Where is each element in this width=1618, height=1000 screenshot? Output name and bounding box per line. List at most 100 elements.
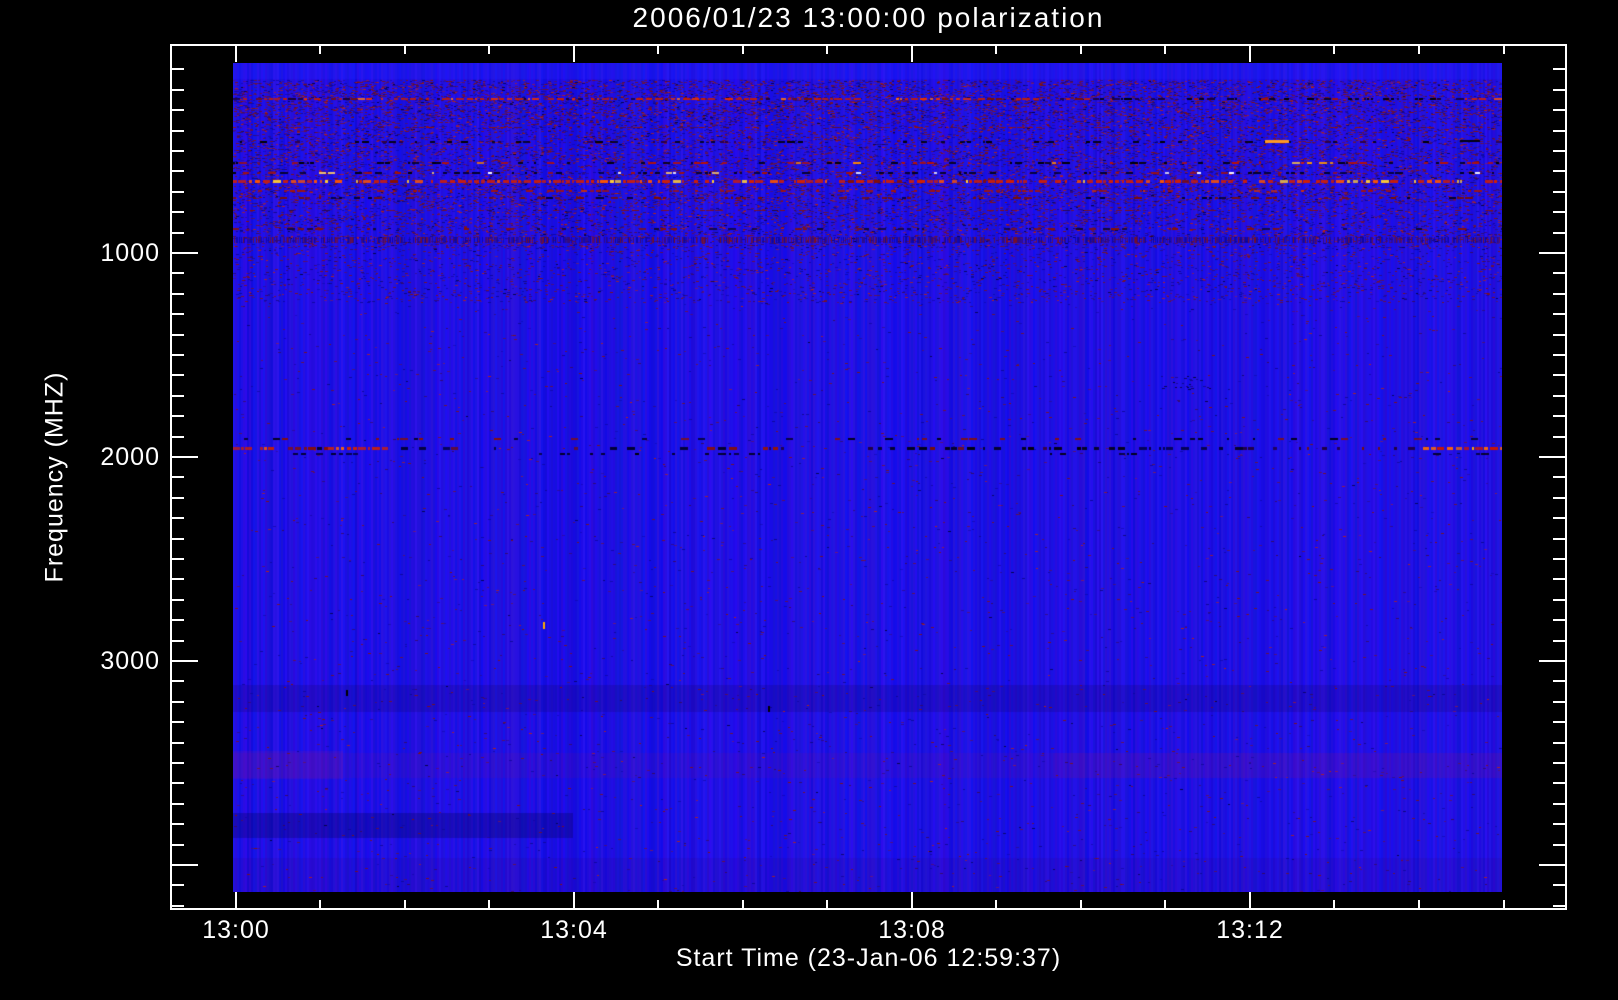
tick-mark: [1553, 742, 1565, 744]
tick-mark: [172, 640, 184, 642]
tick-mark: [172, 538, 184, 540]
tick-mark: [1164, 900, 1166, 908]
tick-mark: [488, 46, 490, 54]
tick-mark: [172, 905, 184, 907]
tick-mark: [1553, 293, 1565, 295]
x-tick-label-1300: 13:00: [202, 916, 270, 944]
tick-mark: [172, 742, 184, 744]
tick-mark: [1503, 900, 1505, 908]
tick-mark: [1553, 578, 1565, 580]
tick-mark: [172, 374, 184, 376]
tick-mark: [172, 170, 184, 172]
plot-frame: [170, 44, 1567, 910]
tick-mark: [172, 68, 184, 70]
tick-mark: [172, 844, 184, 846]
tick-mark: [1553, 170, 1565, 172]
tick-mark: [404, 900, 406, 908]
tick-mark: [995, 900, 997, 908]
x-axis-label: Start Time (23-Jan-06 12:59:37): [675, 944, 1062, 972]
tick-mark: [1553, 844, 1565, 846]
tick-mark: [172, 313, 184, 315]
tick-mark: [172, 150, 184, 152]
tick-mark: [172, 89, 184, 91]
tick-mark: [995, 46, 997, 54]
tick-mark: [1553, 721, 1565, 723]
tick-mark: [235, 892, 237, 908]
tick-mark: [1553, 374, 1565, 376]
tick-mark: [172, 395, 184, 397]
tick-mark: [172, 782, 184, 784]
tick-mark: [1080, 46, 1082, 54]
tick-mark: [172, 211, 184, 213]
tick-mark: [1553, 640, 1565, 642]
x-tick-label-1308: 13:08: [878, 916, 946, 944]
tick-mark: [172, 864, 198, 866]
tick-mark: [742, 46, 744, 54]
tick-mark: [1553, 762, 1565, 764]
tick-mark: [172, 272, 184, 274]
tick-mark: [1553, 313, 1565, 315]
tick-mark: [172, 680, 184, 682]
tick-mark: [1418, 46, 1420, 54]
tick-mark: [1553, 599, 1565, 601]
tick-mark: [1539, 456, 1565, 458]
tick-mark: [1553, 558, 1565, 560]
tick-mark: [826, 900, 828, 908]
tick-mark: [1249, 46, 1251, 62]
tick-mark: [1539, 864, 1565, 866]
tick-mark: [1333, 46, 1335, 54]
tick-mark: [1553, 211, 1565, 213]
tick-mark: [172, 762, 184, 764]
tick-mark: [1553, 68, 1565, 70]
tick-mark: [172, 558, 184, 560]
tick-mark: [172, 823, 184, 825]
tick-mark: [657, 900, 659, 908]
tick-mark: [1418, 900, 1420, 908]
tick-mark: [1553, 191, 1565, 193]
tick-mark: [1553, 354, 1565, 356]
tick-mark: [1553, 436, 1565, 438]
tick-mark: [319, 900, 321, 908]
tick-mark: [172, 109, 184, 111]
tick-mark: [826, 46, 828, 54]
tick-mark: [1553, 232, 1565, 234]
tick-mark: [172, 456, 198, 458]
tick-mark: [172, 354, 184, 356]
tick-mark: [657, 46, 659, 54]
tick-mark: [1553, 823, 1565, 825]
tick-mark: [573, 892, 575, 908]
tick-mark: [1333, 900, 1335, 908]
tick-mark: [1553, 905, 1565, 907]
y-tick-label-2000: 2000: [100, 443, 160, 471]
tick-mark: [172, 721, 184, 723]
tick-mark: [172, 803, 184, 805]
tick-mark: [172, 130, 184, 132]
tick-mark: [172, 517, 184, 519]
tick-mark: [172, 436, 184, 438]
tick-mark: [404, 46, 406, 54]
tick-mark: [1553, 150, 1565, 152]
tick-mark: [1553, 701, 1565, 703]
tick-mark: [1553, 497, 1565, 499]
tick-mark: [911, 892, 913, 908]
tick-mark: [488, 900, 490, 908]
tick-mark: [1553, 517, 1565, 519]
tick-mark: [172, 415, 184, 417]
tick-mark: [172, 293, 184, 295]
tick-mark: [1553, 680, 1565, 682]
plot-title: 2006/01/23 13:00:00 polarization: [632, 2, 1105, 33]
tick-mark: [172, 701, 184, 703]
spectrogram-screen: 2006/01/23 13:00:00 polarization 13:00 1…: [0, 0, 1618, 1000]
tick-mark: [1553, 334, 1565, 336]
tick-mark: [172, 660, 198, 662]
tick-mark: [573, 46, 575, 62]
tick-mark: [1080, 900, 1082, 908]
tick-mark: [172, 619, 184, 621]
tick-mark: [1553, 538, 1565, 540]
x-tick-label-1304: 13:04: [540, 916, 608, 944]
tick-mark: [172, 191, 184, 193]
tick-mark: [319, 46, 321, 54]
tick-mark: [1553, 109, 1565, 111]
tick-mark: [235, 46, 237, 62]
tick-mark: [172, 599, 184, 601]
